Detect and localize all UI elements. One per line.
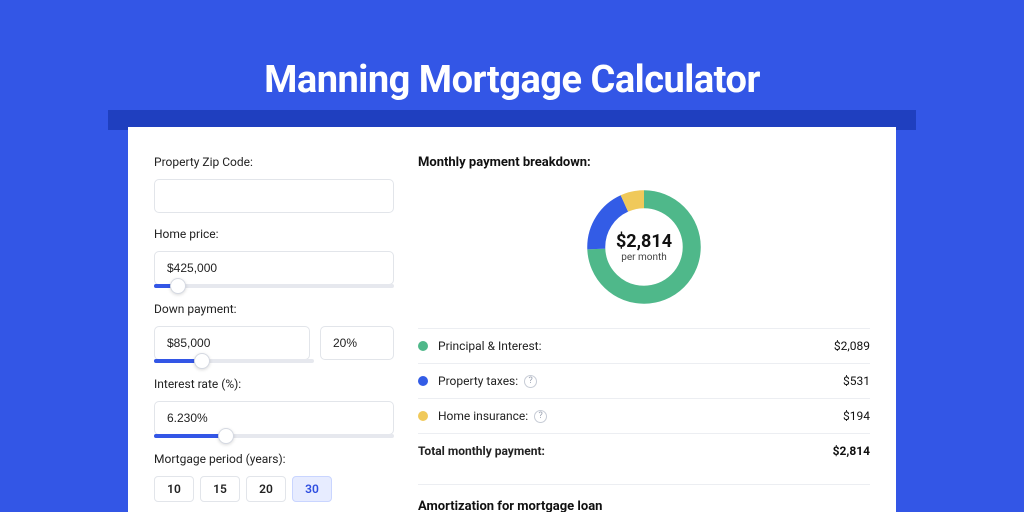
page-title: Manning Mortgage Calculator	[0, 58, 1024, 102]
price-input[interactable]	[154, 251, 394, 285]
rate-label: Interest rate (%):	[154, 377, 394, 391]
down-group: Down payment:	[154, 302, 394, 363]
donut-chart-wrap: $2,814 per month	[418, 180, 870, 328]
term-option-10[interactable]: 10	[154, 476, 194, 502]
dot-icon	[418, 341, 428, 351]
down-amount-input[interactable]	[154, 326, 310, 360]
down-label: Down payment:	[154, 302, 394, 316]
term-group: Mortgage period (years): 10 15 20 30	[154, 452, 394, 502]
price-slider-thumb[interactable]	[170, 278, 186, 294]
down-slider[interactable]	[154, 359, 314, 363]
price-label: Home price:	[154, 227, 394, 241]
dot-icon	[418, 376, 428, 386]
donut-center-sub: per month	[621, 252, 667, 263]
calculator-card: Property Zip Code: Home price: Down paym…	[128, 127, 896, 512]
amortization-section: Amortization for mortgage loan Amortizat…	[418, 484, 870, 512]
breakdown-column: Monthly payment breakdown: $2,814 per mo…	[418, 155, 870, 512]
info-icon[interactable]: ?	[524, 375, 537, 388]
down-slider-thumb[interactable]	[194, 353, 210, 369]
rate-slider-thumb[interactable]	[218, 428, 234, 444]
term-option-30[interactable]: 30	[292, 476, 332, 502]
term-option-15[interactable]: 15	[200, 476, 240, 502]
inputs-column: Property Zip Code: Home price: Down paym…	[154, 155, 394, 512]
rate-group: Interest rate (%):	[154, 377, 394, 438]
legend-value: $531	[843, 374, 870, 388]
breakdown-title: Monthly payment breakdown:	[418, 155, 870, 170]
info-icon[interactable]: ?	[534, 410, 547, 423]
legend-value: $194	[843, 409, 870, 423]
amortization-title: Amortization for mortgage loan	[418, 499, 870, 512]
legend-row-principal: Principal & Interest: $2,089	[418, 329, 870, 364]
breakdown-legend: Principal & Interest: $2,089 Property ta…	[418, 328, 870, 468]
zip-group: Property Zip Code:	[154, 155, 394, 213]
legend-row-insurance: Home insurance: ? $194	[418, 399, 870, 434]
legend-row-taxes: Property taxes: ? $531	[418, 364, 870, 399]
legend-name: Property taxes:	[438, 374, 518, 388]
price-slider[interactable]	[154, 284, 394, 288]
legend-value: $2,814	[833, 444, 870, 458]
dot-icon	[418, 411, 428, 421]
rate-slider-fill	[154, 434, 226, 438]
legend-name: Total monthly payment:	[418, 444, 545, 458]
donut-center-amount: $2,814	[616, 231, 672, 252]
zip-label: Property Zip Code:	[154, 155, 394, 169]
donut-chart: $2,814 per month	[581, 184, 707, 310]
legend-value: $2,089	[834, 339, 870, 353]
legend-name: Principal & Interest:	[438, 339, 542, 353]
legend-name: Home insurance:	[438, 409, 528, 423]
donut-center: $2,814 per month	[581, 184, 707, 310]
rate-input[interactable]	[154, 401, 394, 435]
zip-input[interactable]	[154, 179, 394, 213]
term-label: Mortgage period (years):	[154, 452, 394, 466]
rate-slider[interactable]	[154, 434, 394, 438]
price-group: Home price:	[154, 227, 394, 288]
term-option-20[interactable]: 20	[246, 476, 286, 502]
legend-row-total: Total monthly payment: $2,814	[418, 434, 870, 468]
down-percent-input[interactable]	[320, 326, 394, 360]
term-options: 10 15 20 30	[154, 476, 394, 502]
